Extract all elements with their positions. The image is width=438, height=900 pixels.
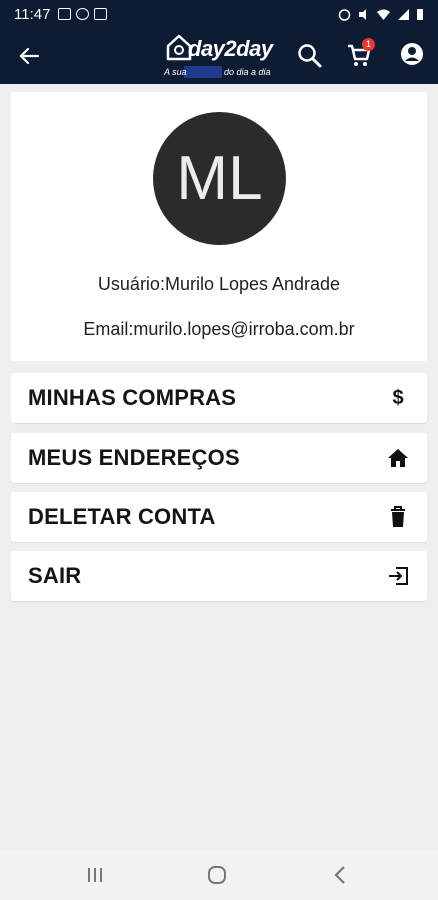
menu-item-minhas-compras[interactable]: MINHAS COMPRAS $ bbox=[11, 373, 427, 423]
menu-item-label: MEUS ENDEREÇOS bbox=[28, 445, 240, 470]
cart-button[interactable]: 1 bbox=[346, 38, 376, 70]
system-nav-bar bbox=[0, 850, 438, 900]
menu-item-deletar-conta[interactable]: DELETAR CONTA bbox=[11, 492, 427, 542]
recent-apps-button[interactable] bbox=[82, 862, 108, 888]
user-email: Email:murilo.lopes@irroba.com.br bbox=[83, 319, 355, 339]
back-button[interactable] bbox=[14, 42, 44, 70]
notification-icons bbox=[58, 8, 108, 20]
search-icon bbox=[298, 44, 322, 68]
profile-card: ML Usuário:Murilo Lopes Andrade Email:mu… bbox=[11, 92, 427, 361]
recents-icon bbox=[88, 868, 102, 882]
menu-item-label: SAIR bbox=[28, 563, 82, 588]
chevron-left-icon bbox=[334, 866, 345, 884]
home-circle-icon bbox=[208, 866, 226, 884]
trash-icon bbox=[386, 505, 410, 529]
arrow-left-icon bbox=[19, 47, 39, 65]
battery-icon bbox=[417, 8, 423, 20]
mail-icon bbox=[94, 8, 108, 20]
dollar-icon: $ bbox=[392, 386, 404, 409]
menu-item-meus-enderecos[interactable]: MEUS ENDEREÇOS bbox=[11, 433, 427, 483]
signal-icon bbox=[398, 8, 409, 20]
status-time: 11:47 bbox=[14, 5, 51, 23]
wifi-icon bbox=[377, 9, 390, 20]
user-name: Usuário:Murilo Lopes Andrade bbox=[97, 274, 341, 294]
day2day-logo: day2day A sua do dia a dia bbox=[156, 30, 282, 84]
menu-item-sair[interactable]: SAIR bbox=[11, 551, 427, 601]
home-button[interactable] bbox=[204, 862, 230, 888]
search-button[interactable] bbox=[296, 42, 324, 70]
status-bar: 11:47 bbox=[0, 0, 438, 28]
mute-icon bbox=[359, 8, 366, 20]
tagline-end: do dia a dia bbox=[224, 67, 271, 77]
exit-icon bbox=[386, 564, 410, 588]
alarm-icon bbox=[338, 8, 351, 21]
account-circle-icon bbox=[401, 43, 423, 65]
app-bar: day2day A sua do dia a dia 1 bbox=[0, 28, 438, 84]
menu-item-label: MINHAS COMPRAS bbox=[28, 385, 237, 410]
logo-stripe bbox=[184, 66, 222, 78]
avatar: ML bbox=[153, 112, 286, 245]
cart-badge: 1 bbox=[362, 38, 375, 51]
system-icons bbox=[338, 8, 424, 21]
home-icon bbox=[386, 446, 410, 470]
chrome-icon bbox=[76, 8, 90, 20]
gallery-icon bbox=[58, 8, 72, 20]
account-button[interactable] bbox=[400, 42, 426, 70]
nav-back-button[interactable] bbox=[327, 862, 353, 888]
brand-name: day2day bbox=[188, 36, 273, 61]
menu-item-label: DELETAR CONTA bbox=[28, 504, 216, 529]
tagline-start: A sua bbox=[164, 67, 187, 77]
